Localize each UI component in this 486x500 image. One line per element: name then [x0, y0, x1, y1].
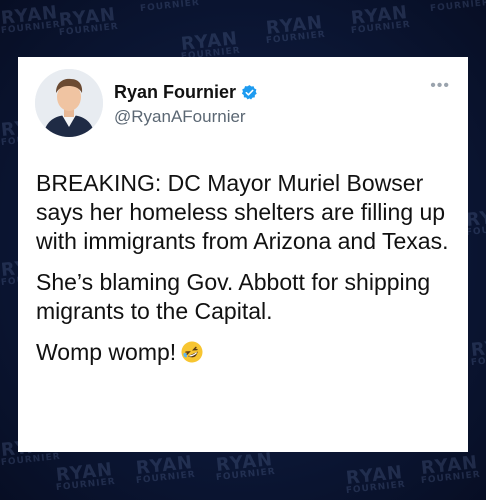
watermark-logo: RYANFOURNIER	[419, 452, 482, 487]
watermark-logo: RYANFOURNIER	[57, 4, 120, 39]
tweet-paragraph-text: Womp womp!	[36, 339, 177, 365]
tweet-text: BREAKING: DC Mayor Muriel Bowser says he…	[36, 169, 456, 379]
verified-badge-icon	[241, 84, 258, 101]
author-handle[interactable]: @RyanAFournier	[114, 107, 246, 127]
tweet-paragraph: She’s blaming Gov. Abbott for shipping m…	[36, 269, 431, 324]
profile-photo	[35, 69, 103, 137]
watermark-logo: RYANFOURNIER	[344, 462, 407, 497]
watermark-logo: RYANFOURNIER	[0, 2, 62, 37]
watermark-logo: RYANFOURNIER	[349, 2, 412, 37]
avatar[interactable]	[35, 69, 103, 137]
watermark-logo: RYANFOURNIER	[264, 12, 327, 47]
author-name[interactable]: Ryan Fournier	[114, 82, 236, 103]
author-name-row: Ryan Fournier	[114, 82, 258, 103]
watermark-logo: RYANFOURNIER	[54, 459, 117, 494]
tweet-card: Ryan Fournier @RyanAFournier ••• BREAKIN…	[18, 57, 468, 452]
tweet-paragraph-last: Womp womp!	[36, 338, 456, 367]
watermark-logo: RYANFOURNIER	[134, 452, 197, 487]
watermark-logo: RYANFOURNIER	[469, 334, 486, 369]
watermark-logo: RYANFOURNIER	[214, 449, 277, 484]
watermark-logo: FOURNIER	[429, 0, 486, 15]
more-options-icon[interactable]: •••	[430, 77, 450, 95]
watermark-logo: FOURNIER	[139, 0, 201, 15]
rolling-on-floor-laughing-icon	[180, 340, 204, 364]
tweet-paragraph: BREAKING: DC Mayor Muriel Bowser says he…	[36, 170, 449, 254]
